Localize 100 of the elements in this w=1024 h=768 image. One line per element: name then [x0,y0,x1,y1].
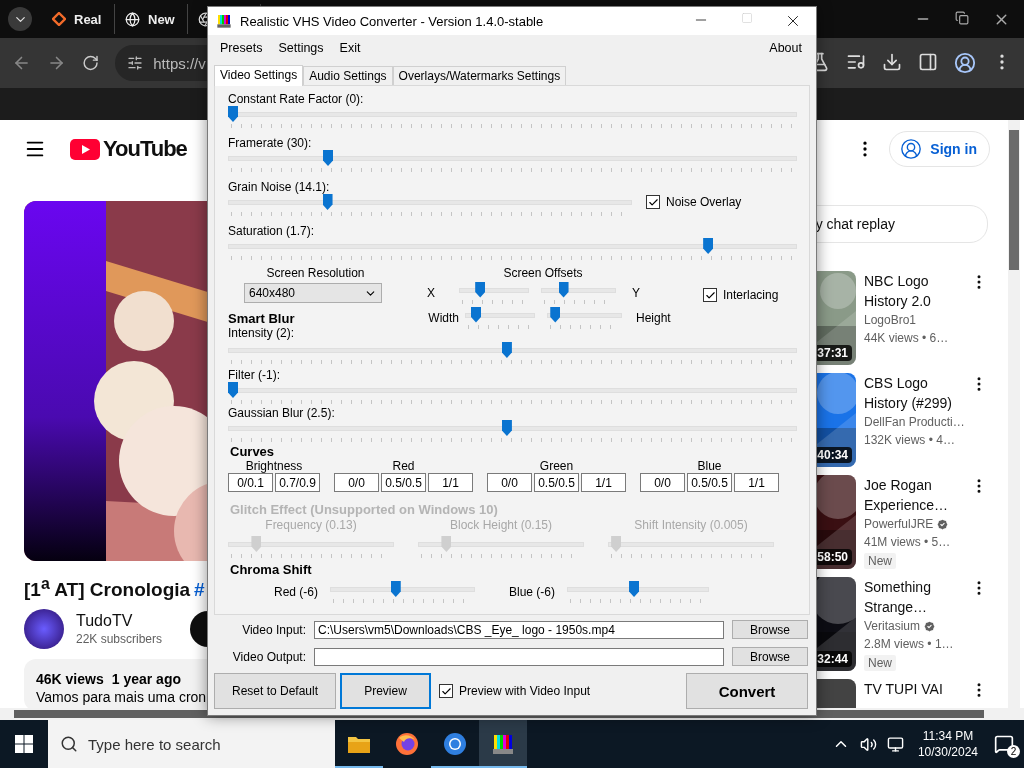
video-title[interactable]: Joe Rogan Experience… [864,475,968,515]
field-label: Video Output: [231,649,306,664]
channel-name[interactable]: DellFan Producti… [864,413,965,431]
browse-button[interactable]: Browse [732,620,808,639]
video-meta: 41M views • 5… [864,534,952,551]
browser-tab[interactable]: New [115,4,188,34]
curve-field[interactable]: 0/0 [640,473,685,492]
color-bars-icon[interactable] [491,733,515,755]
channel-name[interactable]: PowerfulJRE [864,515,934,533]
slider-thumb[interactable] [323,150,333,166]
clock[interactable]: 11:34 PM 10/30/2024 [917,728,978,760]
path-field[interactable] [314,647,724,666]
slider-label: Intensity (2): [228,326,296,340]
video-title[interactable]: Something Strange… [864,577,968,617]
download-icon[interactable] [882,52,902,72]
menu-item[interactable]: Settings [272,39,330,57]
video-meta: 2.8M views • 1… [864,636,955,653]
slider-thumb[interactable] [629,581,640,597]
slider-label: Framerate (30): [228,136,313,150]
curve-field[interactable]: 0.5/0.5 [534,473,579,492]
curve-label: Red [392,459,415,473]
video-meta: 132K views • 4… [864,432,956,449]
video-title[interactable]: CBS Logo History (#299) [864,373,968,413]
slider-thumb[interactable] [501,342,512,358]
curve-field[interactable]: 1/1 [428,473,473,492]
slider-thumb[interactable] [322,194,333,210]
site-info-icon[interactable] [127,55,144,71]
channel-name[interactable]: LogoBro1 [864,311,917,329]
slider-thumb[interactable] [550,306,561,323]
curve-field[interactable]: 0.5/0.5 [381,473,426,492]
offset-label: Height [636,310,671,325]
channel-name[interactable]: TudoTV [76,612,163,631]
path-field[interactable]: C:\Users\vm5\Downloads\CBS _Eye_ logo - 1950s.mp4 [314,620,724,639]
curve-field[interactable]: 1/1 [581,473,626,492]
slider-thumb[interactable] [228,382,238,398]
menu-item[interactable]: Presets [214,39,269,57]
sidebar-icon[interactable] [918,52,938,72]
tab[interactable]: Overlays/Watermarks Settings [392,66,567,85]
folder-icon[interactable] [347,734,371,754]
curve-field[interactable]: 0/0 [487,473,532,492]
menu-item[interactable]: About [763,39,808,57]
slider-thumb[interactable] [228,106,238,122]
taskbar-app[interactable] [479,720,527,768]
curve-field[interactable]: 0.5/0.5 [687,473,732,492]
video-title[interactable]: NBC Logo History 2.0 [864,271,968,311]
channel-avatar[interactable] [24,609,64,650]
search-field[interactable]: Type here to search [48,720,335,768]
slider-label: Blue (-6) [508,585,555,599]
offset-label: X [426,285,436,300]
upload-age: 1 year ago [111,671,181,688]
slider-label: Constant Rate Factor (0): [228,92,365,106]
tab[interactable]: Audio Settings [303,66,393,85]
curve-field[interactable]: 0.7/0.9 [275,473,320,492]
section-heading: Curves [230,444,276,459]
menu-item[interactable]: Exit [333,39,367,57]
channel-name[interactable]: Veritasium [864,617,921,635]
media-icon[interactable] [846,52,866,72]
check-icon [704,289,716,301]
tab[interactable]: Video Settings [214,65,304,86]
curve-field[interactable]: 0/0.1 [228,473,273,492]
firefox-icon[interactable] [395,732,419,756]
user-icon [900,138,923,160]
slider-label: Filter (-1): [228,368,281,382]
browser-tab[interactable]: Real [42,4,115,34]
youtube-logo[interactable]: YouTube [70,136,187,162]
tab-list-button[interactable] [8,7,32,31]
preview-button[interactable]: Preview [340,673,431,709]
slider-thumb[interactable] [471,306,481,323]
browser-icon[interactable] [443,732,467,756]
slider-thumb[interactable] [501,420,512,436]
field-label: Video Input: [241,622,306,637]
volume-icon[interactable] [859,735,877,753]
slider-thumb[interactable] [703,238,714,254]
slider-thumb[interactable] [558,281,569,298]
diamond-icon [52,12,66,26]
resolution-dropdown[interactable]: 640x480 [244,283,382,303]
slider-thumb[interactable] [390,581,401,597]
slider-thumb[interactable] [475,281,486,298]
curve-label: Brightness [245,459,303,473]
restore-icon[interactable] [955,10,969,25]
reset-button[interactable]: Reset to Default [214,673,336,709]
curve-field[interactable]: 1/1 [734,473,779,492]
hashtag-link[interactable]: # [194,579,205,602]
network-icon[interactable] [886,735,904,753]
checkbox[interactable] [439,684,453,698]
slider-label: Gaussian Blur (2.5): [228,406,336,420]
video-title[interactable]: TV TUPI VAI [864,679,968,699]
slider-label: Shift Intensity (0.005) [634,518,748,532]
scrollbar[interactable] [1008,120,1020,708]
new-badge: New [864,553,896,569]
check-icon [440,685,452,697]
reload-icon[interactable] [82,54,100,72]
checkbox[interactable] [646,195,660,209]
convert-button[interactable]: Convert [686,673,808,709]
browse-button[interactable]: Browse [732,647,808,666]
section-heading: Glitch Effect (Unsupported on Windows 10) [230,502,499,517]
curve-field[interactable]: 0/0 [334,473,379,492]
checkbox[interactable] [703,288,717,302]
profile-icon[interactable] [954,52,976,74]
video-title: [1$^{a}$ AT] Cronologia [24,575,191,602]
